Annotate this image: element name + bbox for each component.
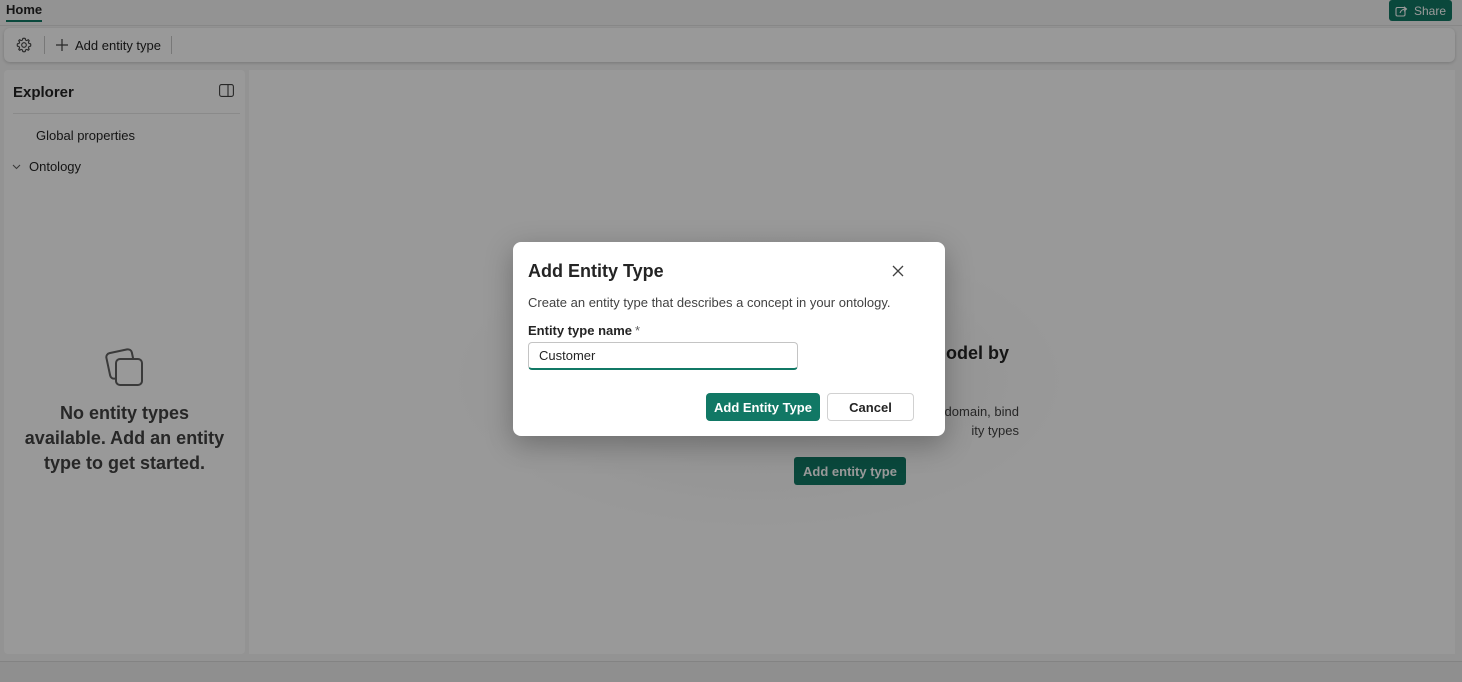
close-icon — [892, 265, 904, 277]
close-button[interactable] — [886, 259, 910, 283]
required-marker: * — [635, 323, 641, 338]
dialog-title: Add Entity Type — [528, 261, 664, 281]
dialog-description: Create an entity type that describes a c… — [528, 295, 891, 310]
field-label-text: Entity type name — [528, 323, 633, 338]
add-entity-type-button[interactable]: Add Entity Type — [706, 393, 820, 421]
app-root: Home Share Add entity type Explorer Glob… — [0, 0, 1462, 682]
add-entity-type-dialog: Add Entity Type Create an entity type th… — [513, 242, 945, 436]
cancel-button[interactable]: Cancel — [827, 393, 914, 421]
entity-type-name-input[interactable] — [528, 342, 798, 370]
entity-type-name-label: Entity type name * — [528, 323, 640, 338]
